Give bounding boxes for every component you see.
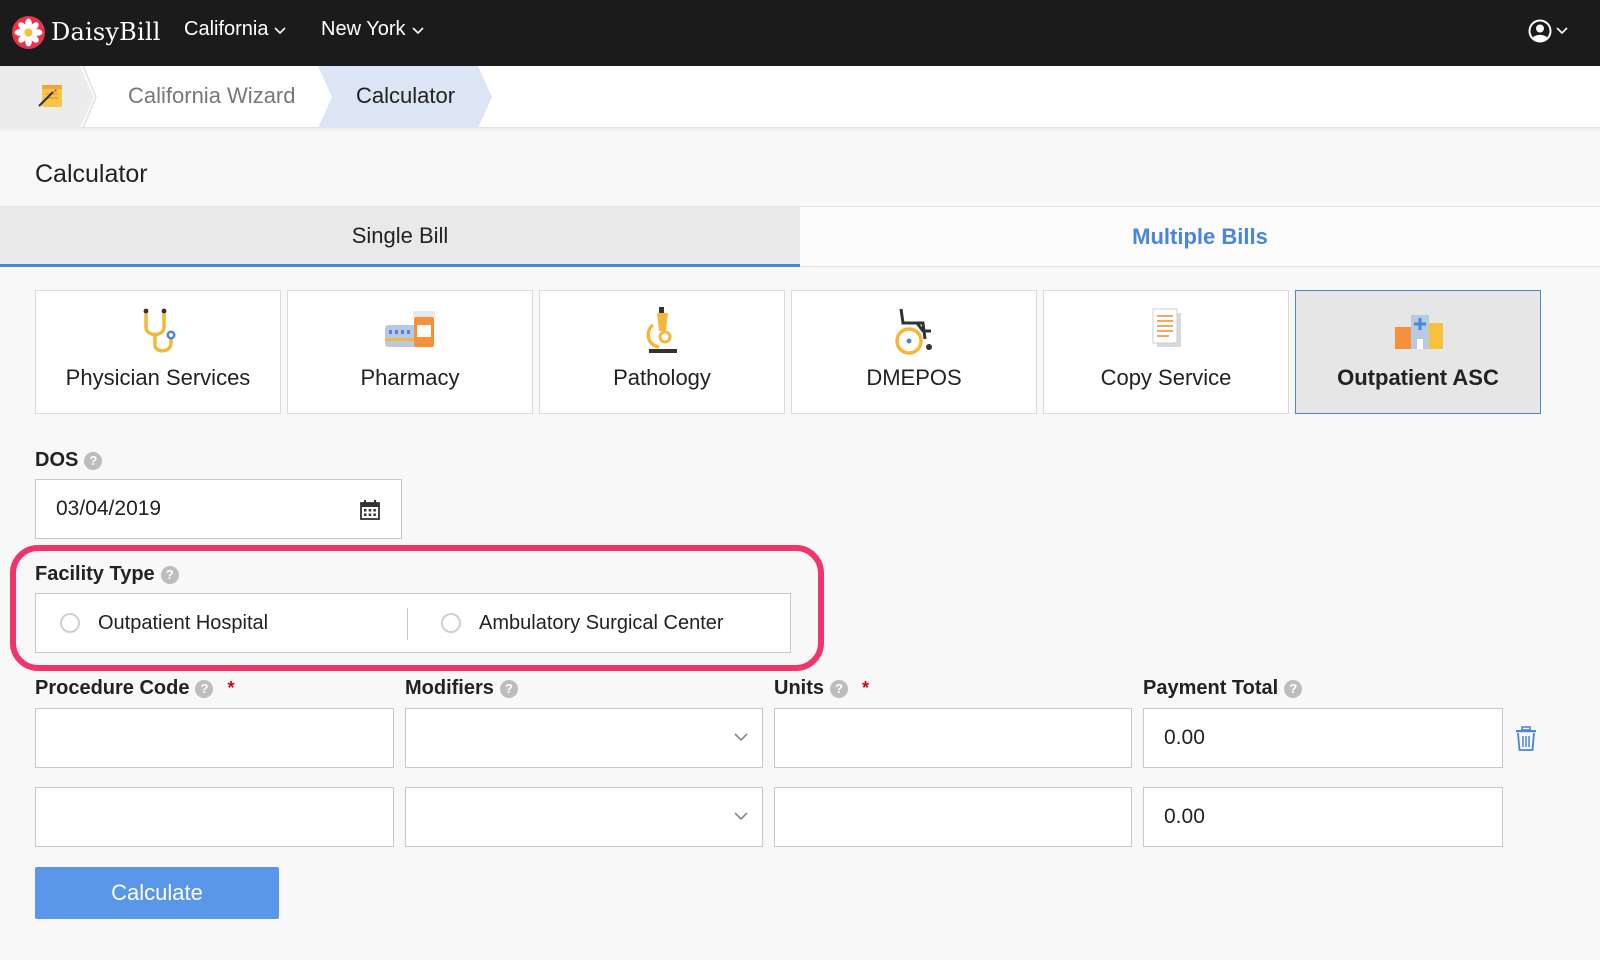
modifiers-label-text: Modifiers (405, 677, 494, 699)
units-input[interactable] (774, 708, 1132, 768)
breadcrumb-home[interactable] (0, 66, 94, 128)
calculate-button[interactable]: Calculate (35, 867, 279, 919)
calendar-icon[interactable] (359, 499, 381, 521)
service-card-pharmacy[interactable]: Pharmacy (287, 290, 533, 414)
breadcrumb-calculator: Calculator (318, 66, 492, 128)
dos-value: 03/04/2019 (56, 497, 162, 520)
tab-multiple-bills[interactable]: Multiple Bills (800, 207, 1600, 267)
service-card-label: Copy Service (1100, 365, 1232, 390)
service-card-outpatient-asc[interactable]: Outpatient ASC (1295, 290, 1541, 414)
app-name: DaisyBill (51, 18, 161, 46)
service-card-physician-services[interactable]: Physician Services (35, 290, 281, 414)
help-icon[interactable]: ? (1284, 679, 1303, 698)
units-label: Units ? * (774, 677, 869, 700)
service-card-label: DMEPOS (866, 365, 962, 390)
payment-total-value: 0.00 (1164, 726, 1205, 749)
dos-label-text: DOS (35, 449, 79, 471)
procedure-code-input[interactable] (35, 787, 394, 847)
facility-type-label-text: Facility Type (35, 563, 155, 585)
dos-date-input[interactable]: 03/04/2019 (35, 479, 402, 539)
help-icon[interactable]: ? (499, 679, 518, 698)
service-card-label: Pathology (613, 365, 711, 390)
modifiers-select[interactable] (405, 787, 763, 847)
payment-total-label-text: Payment Total (1143, 677, 1279, 699)
required-marker: * (862, 678, 870, 698)
dos-label: DOS ? (35, 449, 103, 472)
facility-option-label: Ambulatory Surgical Center (479, 611, 724, 634)
divider (407, 608, 408, 640)
breadcrumb: California Wizard Calculator (0, 66, 1600, 128)
help-icon[interactable]: ? (830, 679, 848, 698)
breadcrumb-california-wizard[interactable]: California Wizard (128, 83, 296, 109)
modifiers-select[interactable] (405, 708, 763, 768)
service-card-label: Outpatient ASC (1337, 365, 1499, 390)
breadcrumb-separator (82, 66, 97, 128)
trash-icon[interactable] (1515, 726, 1537, 752)
facility-option-label: Outpatient Hospital (98, 611, 269, 634)
procedure-code-label-text: Procedure Code (35, 677, 190, 699)
document-icon (1152, 308, 1181, 347)
tab-single-bill[interactable]: Single Bill (0, 207, 800, 267)
microscope-icon (646, 307, 677, 353)
payment-total-field[interactable]: 0.00 (1143, 708, 1503, 768)
service-card-dmepos[interactable]: DMEPOS (791, 290, 1037, 414)
wheelchair-icon (895, 308, 932, 355)
page-title: Calculator (35, 160, 148, 188)
help-icon[interactable]: ? (160, 565, 179, 584)
nav-new-york-menu[interactable]: New York (321, 18, 424, 41)
help-icon[interactable]: ? (84, 451, 103, 470)
payment-total-value: 0.00 (1164, 805, 1205, 828)
top-navbar: DaisyBill California New York (0, 0, 1600, 66)
service-card-label: Physician Services (65, 365, 251, 390)
units-label-text: Units (774, 677, 824, 699)
chevron-down-icon (734, 812, 748, 821)
payment-total-field[interactable]: 0.00 (1143, 787, 1503, 847)
user-avatar-icon (1528, 19, 1552, 43)
pharmacy-icon (385, 311, 435, 347)
stethoscope-icon (143, 308, 176, 353)
hospital-icon (1395, 315, 1443, 349)
chevron-down-icon (1556, 27, 1568, 35)
daisybill-logo[interactable]: DaisyBill (12, 14, 161, 50)
facility-type-radio-group: Outpatient Hospital Ambulatory Surgical … (35, 593, 791, 653)
nav-california-menu[interactable]: California (184, 18, 287, 41)
units-input[interactable] (774, 787, 1132, 847)
required-marker: * (227, 678, 235, 698)
facility-type-label: Facility Type ? (35, 563, 179, 586)
nav-california-label: California (184, 18, 269, 40)
service-card-pathology[interactable]: Pathology (539, 290, 785, 414)
radio-button[interactable] (60, 613, 80, 633)
service-type-selector: Physician Services Pharmacy Pathology DM… (35, 290, 1565, 414)
radio-button[interactable] (441, 613, 461, 633)
user-menu[interactable] (1528, 19, 1568, 43)
chevron-down-icon (411, 26, 424, 34)
chevron-down-icon (274, 26, 287, 34)
procedure-code-label: Procedure Code ? * (35, 677, 235, 700)
service-card-label: Pharmacy (360, 365, 460, 390)
procedure-code-input[interactable] (35, 708, 394, 768)
breadcrumb-calculator-label: Calculator (356, 83, 456, 108)
facility-option-ambulatory-surgical-center[interactable]: Ambulatory Surgical Center (441, 594, 724, 652)
daisy-flower-icon (12, 15, 45, 49)
nav-new-york-label: New York (321, 18, 406, 40)
help-icon[interactable]: ? (195, 679, 214, 698)
facility-option-outpatient-hospital[interactable]: Outpatient Hospital (60, 594, 268, 652)
wizard-notepad-icon (38, 85, 62, 107)
modifiers-label: Modifiers ? (405, 677, 518, 700)
chevron-down-icon (734, 733, 748, 742)
service-card-copy-service[interactable]: Copy Service (1043, 290, 1289, 414)
payment-total-label: Payment Total ? (1143, 677, 1303, 700)
